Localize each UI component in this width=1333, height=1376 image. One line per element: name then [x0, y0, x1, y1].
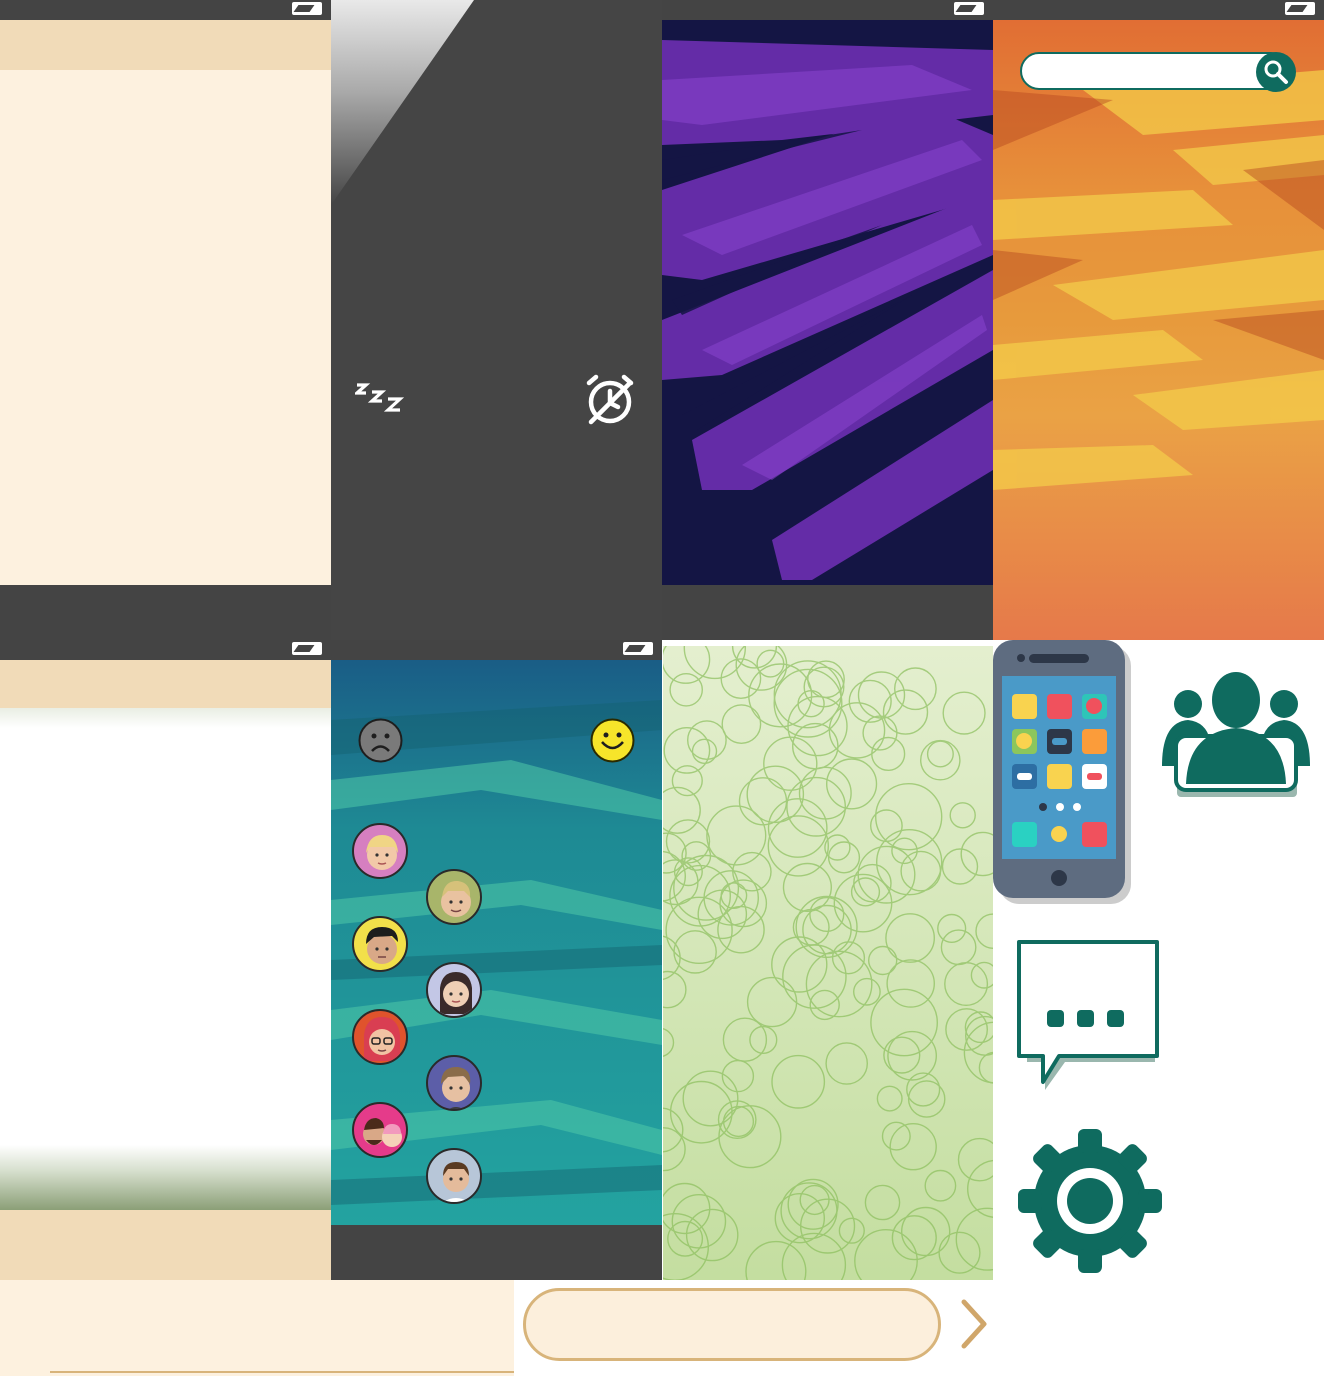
status-bar [993, 0, 1324, 20]
contact-avatar[interactable] [352, 916, 408, 972]
status-bar [331, 640, 662, 660]
battery-icon [954, 2, 984, 15]
contact-avatar[interactable] [426, 1148, 482, 1204]
search-input[interactable] [1034, 60, 1248, 84]
gear-icon[interactable] [1016, 1128, 1164, 1274]
battery-icon [292, 2, 322, 15]
purple-brush-wallpaper [662, 20, 993, 585]
battery-icon [292, 642, 322, 655]
contact-avatar[interactable] [426, 869, 482, 925]
footer-bar [0, 1210, 331, 1280]
phone-apps-icon[interactable] [993, 640, 1133, 905]
orange-brush-wallpaper [993, 70, 1324, 490]
chat-bubble-icon[interactable] [1015, 938, 1163, 1098]
screen-sleep [331, 0, 662, 640]
alarm-off-icon[interactable] [583, 372, 639, 428]
battery-icon [1285, 2, 1315, 15]
bubble-pattern-wallpaper [663, 646, 993, 1280]
screen-bubbles [662, 640, 993, 1280]
screen-purple-wallpaper [662, 0, 993, 640]
screen-gradient [0, 640, 331, 1280]
happy-face-icon[interactable] [590, 718, 635, 763]
sleep-zzz-icon[interactable] [352, 380, 407, 420]
header-bar [0, 660, 331, 708]
group-people-icon[interactable] [1160, 670, 1312, 800]
contact-avatar[interactable] [352, 1009, 408, 1065]
contact-avatar[interactable] [352, 823, 408, 879]
bottom-bar [0, 585, 331, 640]
green-fade [0, 1145, 331, 1210]
contact-avatar[interactable] [352, 1102, 408, 1158]
chevron-right-icon[interactable] [958, 1298, 990, 1350]
header-fade [0, 708, 331, 728]
search-field[interactable] [1020, 52, 1290, 90]
glare-overlay [331, 0, 474, 205]
sad-face-icon[interactable] [358, 718, 403, 763]
screen-orange-wallpaper [993, 0, 1324, 640]
bottom-bar [662, 585, 993, 640]
screen-contacts [331, 640, 662, 1280]
message-input[interactable] [550, 1311, 914, 1341]
header-bar [0, 20, 331, 70]
divider-line [50, 1371, 514, 1373]
bottom-cream-bar [0, 1280, 514, 1376]
text-input-pill[interactable] [523, 1288, 941, 1361]
status-bar [662, 0, 993, 20]
status-bar [0, 640, 331, 660]
bottom-bar [331, 1225, 662, 1280]
battery-icon [623, 642, 653, 655]
search-icon[interactable] [1256, 52, 1296, 92]
status-bar [0, 0, 331, 20]
screen-cream [0, 0, 331, 640]
contact-avatar[interactable] [426, 1055, 482, 1111]
contact-avatar[interactable] [426, 962, 482, 1018]
